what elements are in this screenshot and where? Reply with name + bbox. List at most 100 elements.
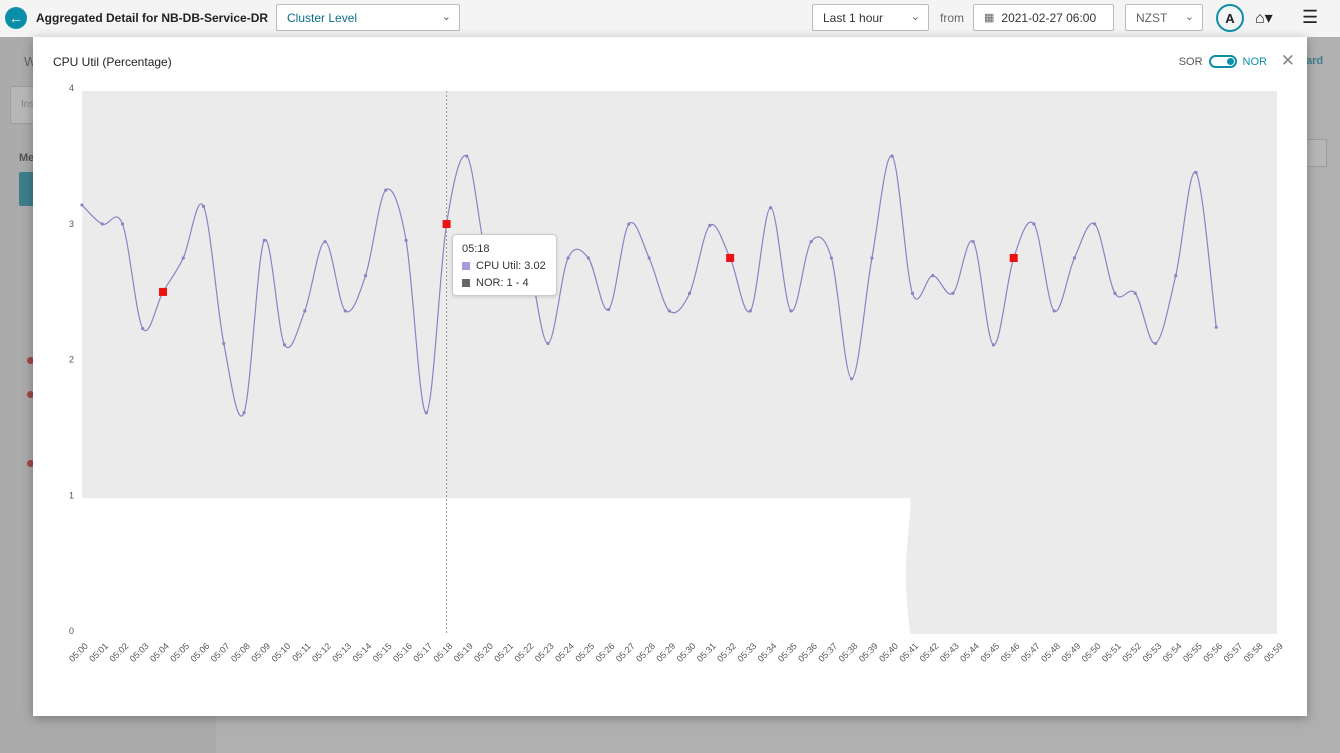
from-date-input[interactable]: ▦ 2021-02-27 06:00 (973, 4, 1114, 31)
x-tick-label: 05:41 (897, 641, 920, 664)
data-point (303, 309, 307, 313)
x-tick-label: 05:28 (634, 641, 657, 664)
x-tick-label: 05:34 (756, 641, 779, 664)
x-tick-label: 05:59 (1262, 641, 1285, 664)
x-tick-label: 05:58 (1242, 641, 1265, 664)
data-point (465, 154, 469, 158)
chart-tooltip: 05:18 CPU Util: 3.02 NOR: 1 - 4 (452, 234, 557, 296)
timezone-value: NZST (1136, 10, 1168, 25)
nor-band (82, 91, 1277, 634)
data-point (1133, 291, 1137, 295)
hamburger-menu-icon[interactable]: ☰ (1302, 7, 1318, 28)
y-tick-label: 1 (69, 490, 74, 500)
data-point (748, 309, 752, 313)
avatar[interactable]: A (1216, 4, 1244, 32)
x-tick-label: 05:45 (978, 641, 1001, 664)
x-tick-label: 05:01 (87, 641, 110, 664)
y-tick-label: 3 (69, 219, 74, 229)
data-point (971, 240, 975, 244)
back-button[interactable]: ← (5, 7, 27, 29)
x-tick-label: 05:48 (1039, 641, 1062, 664)
chevron-down-icon: ⌄ (441, 11, 451, 23)
x-tick-label: 05:24 (553, 641, 576, 664)
data-point (100, 222, 104, 226)
data-point (1093, 222, 1097, 226)
data-point (647, 256, 651, 260)
y-tick-label: 4 (69, 83, 74, 93)
home-icon[interactable]: ⌂▾ (1255, 8, 1273, 28)
data-point (120, 222, 125, 226)
y-tick-label: 2 (69, 355, 74, 365)
x-tick-label: 05:30 (675, 641, 698, 664)
x-tick-label: 05:00 (67, 641, 90, 664)
data-point (951, 291, 955, 295)
x-tick-label: 05:15 (371, 641, 394, 664)
x-tick-label: 05:09 (249, 641, 272, 664)
tooltip-band-row: NOR: 1 - 4 (462, 277, 529, 289)
x-tick-label: 05:38 (837, 641, 860, 664)
timezone-select[interactable]: NZST ⌄ (1125, 4, 1203, 31)
x-tick-label: 05:35 (776, 641, 799, 664)
x-tick-label: 05:03 (128, 641, 151, 664)
data-point (323, 240, 327, 244)
x-tick-label: 05:55 (1181, 641, 1204, 664)
x-tick-label: 05:47 (1019, 641, 1042, 664)
data-point (1052, 309, 1056, 313)
level-select-value: Cluster Level (287, 10, 358, 25)
tooltip-series-row: CPU Util: 3.02 (462, 260, 546, 272)
x-tick-label: 05:05 (168, 641, 191, 664)
anomaly-marker (1009, 253, 1018, 262)
x-tick-label: 05:44 (958, 641, 981, 664)
data-point (141, 326, 145, 331)
data-point (546, 341, 550, 346)
x-tick-label: 05:18 (432, 641, 455, 664)
data-point (627, 222, 631, 226)
band-swatch (462, 279, 470, 287)
data-point (667, 309, 671, 313)
chevron-down-icon: ⌄ (910, 11, 920, 23)
data-point (262, 238, 266, 242)
anomaly-marker (159, 287, 168, 296)
level-select[interactable]: Cluster Level ⌄ (276, 4, 460, 31)
time-range-value: Last 1 hour (823, 10, 884, 25)
x-tick-label: 05:07 (209, 641, 232, 664)
x-tick-label: 05:04 (148, 641, 171, 664)
data-point (607, 307, 611, 312)
x-tick-label: 05:19 (452, 641, 475, 664)
data-point (242, 411, 246, 415)
series-swatch (462, 262, 470, 270)
data-point (424, 411, 428, 415)
time-range-select[interactable]: Last 1 hour ⌄ (812, 4, 929, 31)
data-point (343, 309, 347, 313)
tooltip-band-label: NOR: 1 - 4 (476, 277, 529, 289)
x-tick-label: 05:14 (351, 641, 374, 664)
data-point (850, 377, 854, 381)
data-point (1194, 170, 1198, 175)
from-label: from (940, 11, 964, 25)
x-tick-label: 05:17 (411, 641, 434, 664)
x-tick-label: 05:40 (877, 641, 900, 664)
data-point (404, 238, 408, 242)
x-tick-label: 05:49 (1059, 641, 1082, 664)
x-tick-label: 05:06 (188, 641, 211, 664)
data-point (991, 343, 996, 347)
from-date-value: 2021-02-27 06:00 (1001, 10, 1097, 25)
line-chart[interactable]: 0 1 2 3 4 05:0005:0105:0205:0305:0405:0505:06… (33, 37, 1307, 716)
x-tick-label: 05:36 (796, 641, 819, 664)
x-tick-label: 05:21 (492, 641, 515, 664)
data-point (1153, 341, 1158, 346)
chevron-down-icon: ⌄ (1184, 11, 1194, 23)
y-tick-label: 0 (69, 626, 74, 636)
x-tick-label: 05:08 (229, 641, 252, 664)
x-tick-label: 05:23 (533, 641, 556, 664)
x-tick-label: 05:42 (918, 641, 941, 664)
x-tick-label: 05:50 (1080, 641, 1103, 664)
x-tick-label: 05:11 (290, 641, 313, 664)
x-tick-label: 05:53 (1140, 641, 1163, 664)
data-point (1174, 274, 1178, 278)
x-tick-label: 05:13 (330, 641, 353, 664)
arrow-left-icon: ← (9, 10, 23, 26)
x-tick-label: 05:26 (594, 641, 617, 664)
data-point (688, 291, 692, 295)
data-point (870, 256, 874, 260)
